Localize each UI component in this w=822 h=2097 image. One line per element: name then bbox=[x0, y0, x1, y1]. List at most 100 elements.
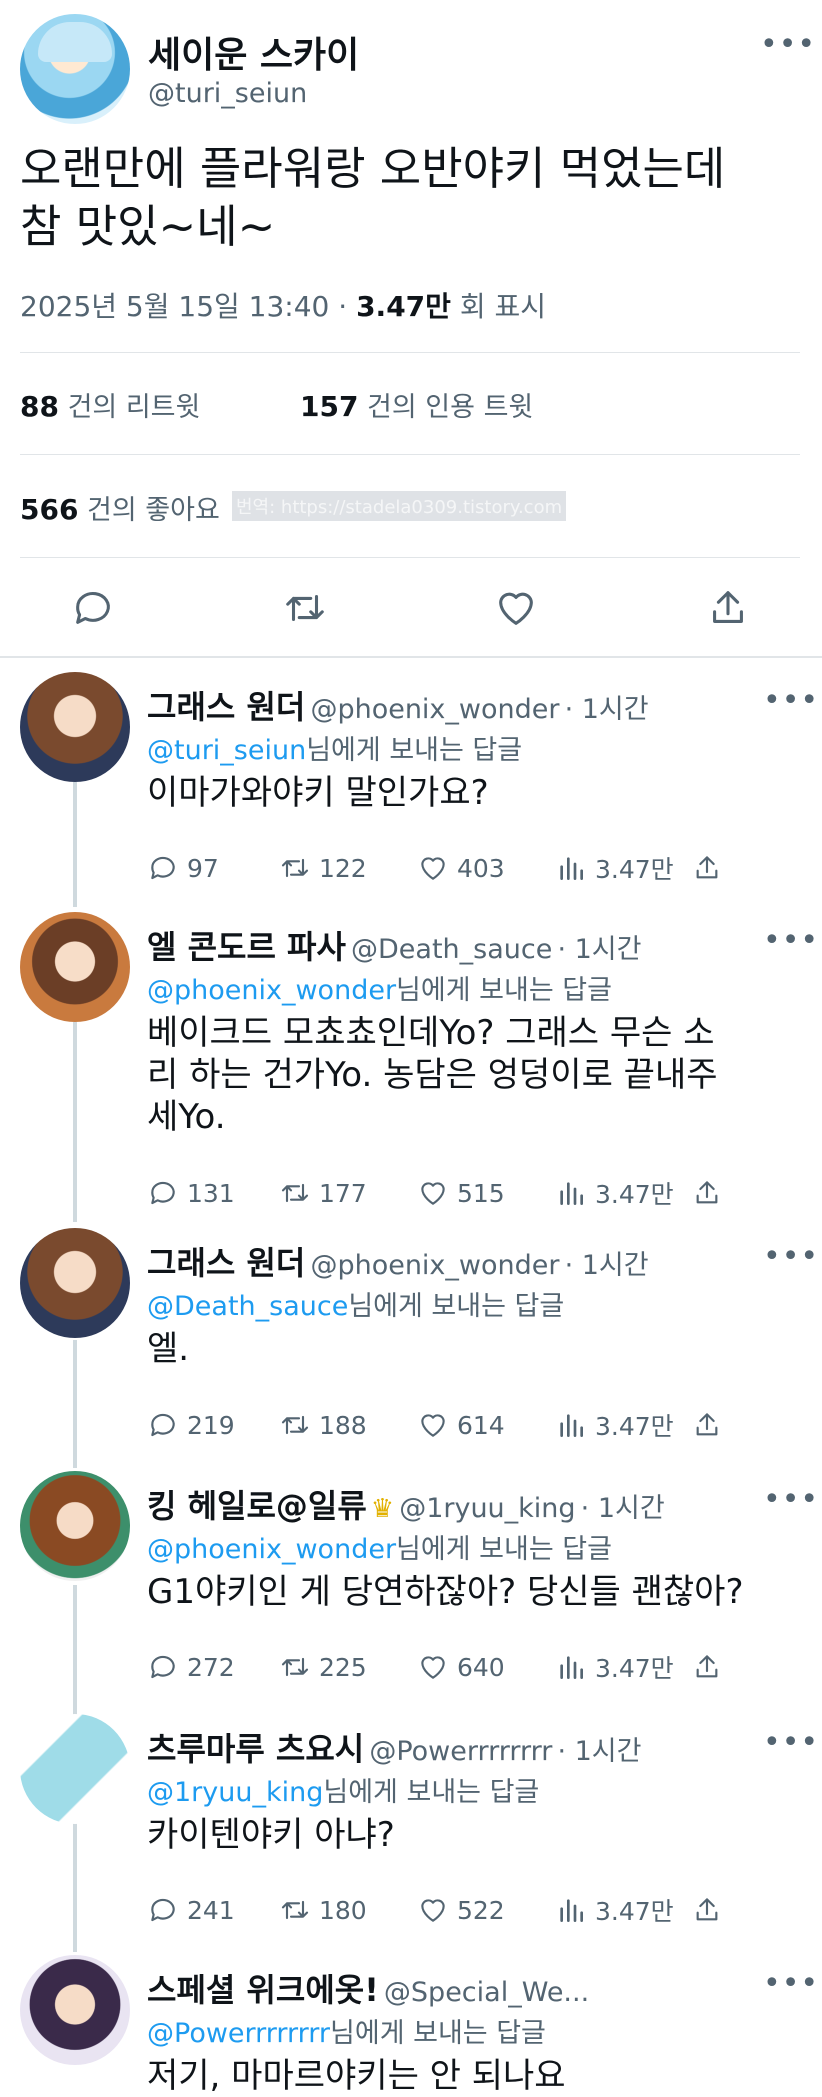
more-dots-icon[interactable]: ••• bbox=[763, 1728, 819, 1758]
thread-line bbox=[73, 1022, 77, 1222]
user-handle[interactable]: @phoenix_wonder bbox=[310, 694, 559, 725]
avatar[interactable] bbox=[20, 1471, 130, 1581]
share-button[interactable] bbox=[691, 1647, 731, 1687]
more-dots-icon[interactable]: ••• bbox=[760, 30, 816, 60]
retweet-icon[interactable] bbox=[282, 585, 328, 631]
reply-text: 베이크드 모쵸쵸인데Yo? 그래스 무슨 소 리 하는 건가Yo. 농담은 엉덩… bbox=[147, 1013, 718, 1137]
timestamp[interactable]: · 1시간 bbox=[557, 934, 641, 965]
user-handle[interactable]: @Death_sauce bbox=[351, 934, 552, 965]
more-dots-icon[interactable]: ••• bbox=[763, 1485, 819, 1515]
user-handle[interactable]: @1ryuu_king bbox=[399, 1493, 575, 1524]
reply-button[interactable]: 97 bbox=[147, 848, 219, 888]
user-handle[interactable]: @phoenix_wonder bbox=[310, 1250, 559, 1281]
views-button[interactable]: 3.47만 bbox=[555, 1647, 674, 1687]
timestamp[interactable]: · 1시간 bbox=[557, 1736, 641, 1767]
avatar[interactable] bbox=[20, 1714, 130, 1824]
mention-link[interactable]: @Powerrrrrrrr bbox=[147, 2018, 330, 2049]
display-name[interactable]: 엘 콘도르 파사 bbox=[147, 928, 346, 966]
divider bbox=[20, 557, 800, 558]
like-button[interactable]: 522 bbox=[417, 1890, 505, 1930]
timestamp[interactable]: · 1시간 bbox=[565, 1250, 649, 1281]
view-count: 3.47만 bbox=[595, 1897, 674, 1926]
views-button[interactable]: 3.47만 bbox=[555, 1173, 674, 1213]
like-icon[interactable] bbox=[493, 585, 539, 631]
retweet-stat[interactable]: 88 건의 리트윗 bbox=[20, 385, 200, 424]
avatar[interactable] bbox=[20, 14, 130, 124]
reply-button[interactable]: 131 bbox=[147, 1173, 235, 1213]
reply-count: 241 bbox=[187, 1895, 235, 1925]
more-dots-icon[interactable]: ••• bbox=[763, 1242, 819, 1272]
replying-to: @phoenix_wonder님에게 보내는 답글 bbox=[147, 968, 612, 1007]
avatar[interactable] bbox=[20, 1955, 130, 2065]
avatar[interactable] bbox=[20, 912, 130, 1022]
display-name[interactable]: 그래스 원더 bbox=[147, 688, 305, 726]
reply-icon[interactable] bbox=[70, 585, 116, 631]
share-button[interactable] bbox=[691, 1173, 731, 1213]
retweet-button[interactable]: 180 bbox=[279, 1890, 367, 1930]
like-count: 640 bbox=[457, 1652, 505, 1682]
like-icon bbox=[421, 857, 445, 880]
timestamp[interactable]: · 1시간 bbox=[581, 1493, 665, 1524]
like-button[interactable]: 515 bbox=[417, 1173, 505, 1213]
replying-to: @phoenix_wonder님에게 보내는 답글 bbox=[147, 1527, 612, 1566]
views-button[interactable]: 3.47만 bbox=[555, 1405, 674, 1445]
retweet-count: 88 bbox=[20, 390, 59, 423]
mention-link[interactable]: @phoenix_wonder bbox=[147, 975, 396, 1006]
user-handle[interactable]: @turi_seiun bbox=[148, 78, 307, 109]
divider bbox=[20, 352, 800, 353]
reply-button[interactable]: 272 bbox=[147, 1647, 235, 1687]
share-button[interactable] bbox=[691, 1405, 731, 1445]
views-button[interactable]: 3.47만 bbox=[555, 848, 674, 888]
like-stat[interactable]: 566 건의 좋아요 bbox=[20, 488, 220, 527]
quote-stat[interactable]: 157 건의 인용 트윗 bbox=[300, 385, 533, 424]
like-icon bbox=[421, 1182, 445, 1205]
like-count: 522 bbox=[457, 1895, 505, 1925]
more-dots-icon[interactable]: ••• bbox=[763, 1969, 819, 1999]
retweet-button[interactable]: 188 bbox=[279, 1405, 367, 1445]
avatar[interactable] bbox=[20, 672, 130, 782]
avatar[interactable] bbox=[20, 1228, 130, 1338]
more-dots-icon[interactable]: ••• bbox=[763, 926, 819, 956]
display-name[interactable]: 세이운 스카이 bbox=[148, 26, 359, 78]
reply-text: G1야키인 게 당연하잖아? 당신들 괜찮아? bbox=[147, 1572, 744, 1612]
display-name[interactable]: 츠루마루 츠요시 bbox=[147, 1730, 364, 1768]
thread-line bbox=[73, 1585, 77, 1715]
like-button[interactable]: 640 bbox=[417, 1647, 505, 1687]
display-name[interactable]: 킹 헤일로@일류 bbox=[147, 1487, 367, 1525]
more-dots-icon[interactable]: ••• bbox=[763, 686, 819, 716]
tweet-meta: 2025년 5월 15일 13:40 · 3.47만 회 표시 bbox=[20, 285, 546, 325]
timestamp[interactable]: 2025년 5월 15일 13:40 bbox=[20, 290, 329, 323]
retweet-count: 177 bbox=[319, 1178, 367, 1208]
like-label: 건의 좋아요 bbox=[87, 495, 220, 526]
views-button[interactable]: 3.47만 bbox=[555, 1890, 674, 1930]
display-name[interactable]: 그래스 원더 bbox=[147, 1244, 305, 1282]
reply-button[interactable]: 219 bbox=[147, 1405, 235, 1445]
mention-link[interactable]: @1ryuu_king bbox=[147, 1777, 323, 1808]
replying-to-suffix: 님에게 보내는 답글 bbox=[396, 975, 612, 1006]
mention-link[interactable]: @Death_sauce bbox=[147, 1291, 348, 1322]
reply-icon bbox=[151, 1413, 175, 1437]
like-button[interactable]: 614 bbox=[417, 1405, 505, 1445]
retweet-button[interactable]: 177 bbox=[279, 1173, 367, 1213]
share-button[interactable] bbox=[691, 1890, 731, 1930]
share-button[interactable] bbox=[691, 848, 731, 888]
share-icon[interactable] bbox=[705, 585, 751, 631]
retweet-icon bbox=[281, 1657, 309, 1677]
retweet-button[interactable]: 122 bbox=[279, 848, 367, 888]
display-name[interactable]: 스페셜 위크에옷! bbox=[147, 1971, 379, 2009]
mention-link[interactable]: @turi_seiun bbox=[147, 735, 306, 766]
user-handle[interactable]: @Special_We... bbox=[384, 1977, 589, 2008]
user-handle[interactable]: @Powerrrrrrrr bbox=[369, 1736, 552, 1767]
like-count: 566 bbox=[20, 493, 79, 526]
retweet-icon bbox=[281, 1900, 309, 1920]
views-icon bbox=[560, 1899, 583, 1922]
timestamp[interactable]: · 1시간 bbox=[565, 694, 649, 725]
mention-link[interactable]: @phoenix_wonder bbox=[147, 1534, 396, 1565]
retweet-button[interactable]: 225 bbox=[279, 1647, 367, 1687]
reply-header: 그래스 원더 @phoenix_wonder · 1시간 bbox=[147, 1238, 649, 1284]
reply-button[interactable]: 241 bbox=[147, 1890, 235, 1930]
view-count: 3.47만 bbox=[595, 1654, 674, 1683]
watermark: 번역: https://stadela0309.tistory.com bbox=[232, 491, 567, 521]
view-label: 회 표시 bbox=[450, 290, 547, 323]
like-button[interactable]: 403 bbox=[417, 848, 505, 888]
